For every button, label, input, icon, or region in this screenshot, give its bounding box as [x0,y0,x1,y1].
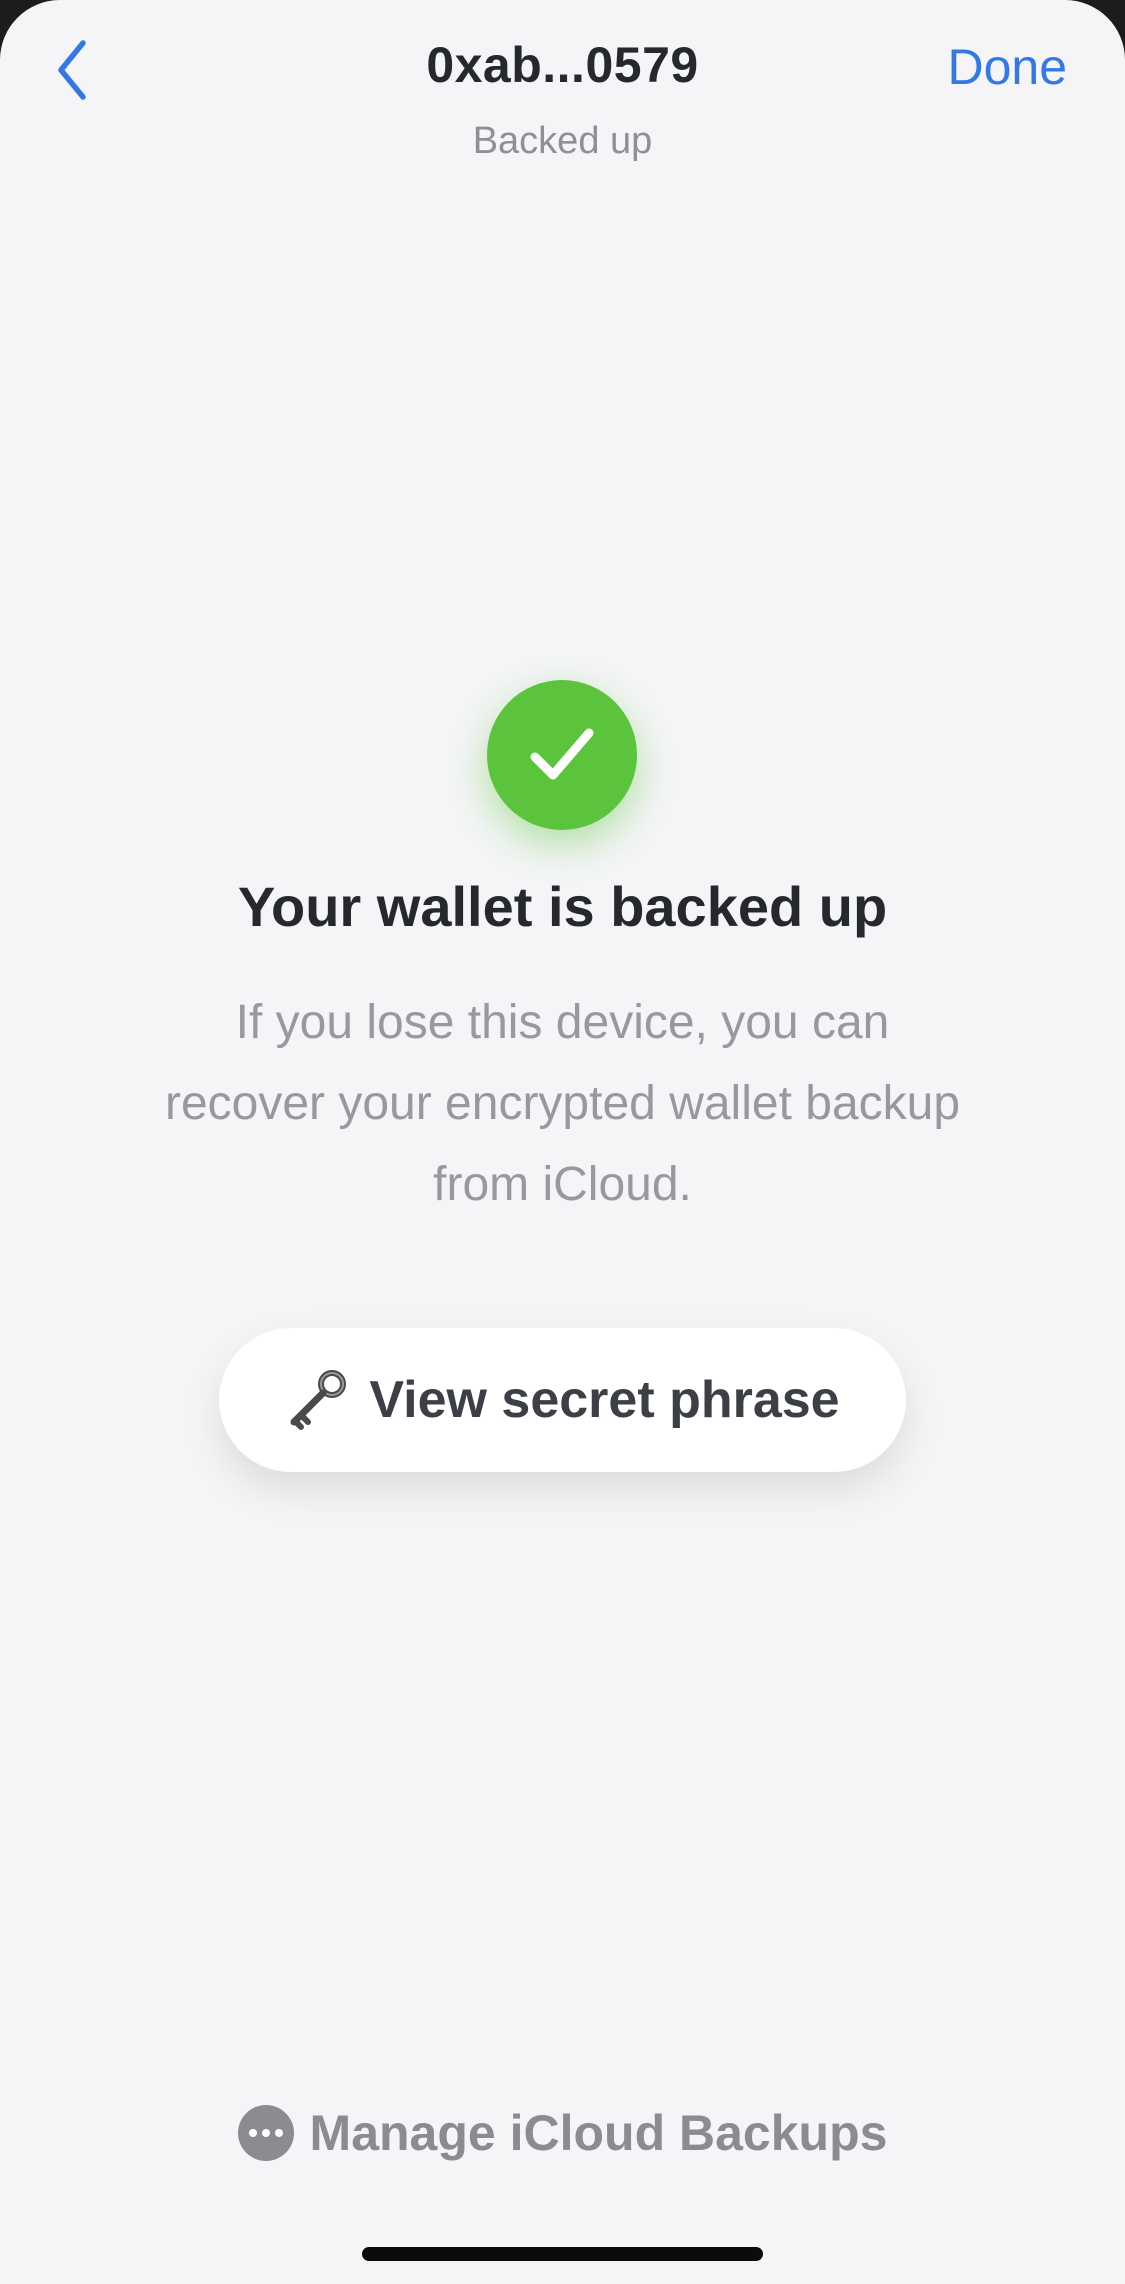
backup-status-subtitle: Backed up [472,120,653,162]
backup-status-description: If you lose this device, you can recover… [164,996,961,1211]
backup-status-heading: Your wallet is backed up [237,875,888,938]
checkmark-icon [530,728,594,780]
success-badge [487,680,637,830]
manage-icloud-backups-button[interactable]: Manage iCloud Backups [0,2104,1125,2162]
view-secret-phrase-label: View secret phrase [369,1371,840,1429]
home-indicator [362,2247,763,2261]
key-icon [285,1367,351,1433]
view-secret-phrase-button[interactable]: View secret phrase [219,1328,906,1472]
backup-sheet: 0xab...0579 Backed up Done Your wallet i… [0,0,1125,2284]
more-icon [237,2105,294,2161]
done-button[interactable]: Done [947,38,1067,96]
manage-icloud-backups-label: Manage iCloud Backups [309,2105,888,2161]
